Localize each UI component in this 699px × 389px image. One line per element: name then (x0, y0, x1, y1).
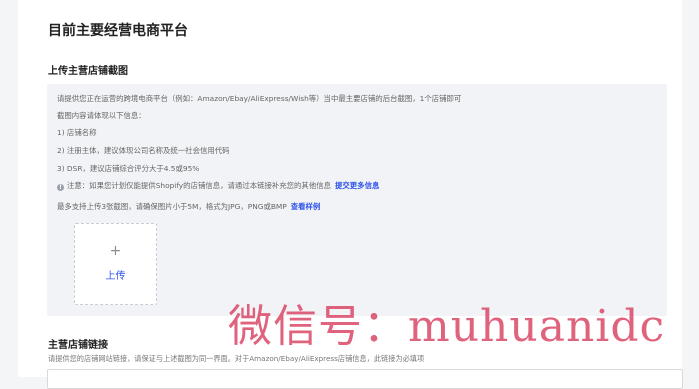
store-link-description: 请提供您的店铺网站链接，请保证与上述截图为同一界面。对于Amazon/Ebay/… (48, 354, 425, 363)
upload-info-panel: 请提供您正在运营的跨境电商平台（例如：Amazon/Ebay/AliExpres… (47, 84, 667, 316)
upload-screenshot-title: 上传主营店铺截图 (48, 66, 128, 77)
store-link-input[interactable] (47, 369, 683, 389)
watermark: 微信号：muhuanidc (228, 301, 666, 352)
submit-more-info-link[interactable]: 提交更多信息 (335, 181, 379, 190)
limit-line: 最多支持上传3张截图，请确保图片小于5M，格式为JPG，PNG或BMP 查看样例 (57, 202, 320, 212)
instruction-line: 2) 注册主体，建议体现公司名称及统一社会信用代码 (57, 146, 230, 155)
upload-button[interactable]: + 上传 (74, 223, 157, 305)
note-text: 注意：如果您计划仅能提供Shopify的店铺信息，请通过本链接补充您的其他信息 (67, 181, 331, 190)
upload-label: 上传 (105, 271, 126, 282)
section-title: 目前主要经营电商平台 (48, 23, 188, 39)
note-line: ! 注意：如果您计划仅能提供Shopify的店铺信息，请通过本链接补充您的其他信息… (57, 181, 379, 191)
plus-icon: + (109, 243, 122, 259)
view-sample-link[interactable]: 查看样例 (291, 202, 321, 211)
instruction-line: 请提供您正在运营的跨境电商平台（例如：Amazon/Ebay/AliExpres… (57, 94, 462, 103)
instruction-line: 3) DSR，建议店铺综合评分大于4.5或95% (57, 164, 200, 173)
info-icon: ! (57, 184, 64, 191)
instruction-line: 截图内容请体现以下信息： (57, 111, 146, 120)
store-link-title: 主营店铺链接 (48, 340, 108, 351)
instruction-line: 1) 店铺名称 (57, 128, 97, 137)
limit-text: 最多支持上传3张截图，请确保图片小于5M，格式为JPG，PNG或BMP (57, 202, 287, 211)
